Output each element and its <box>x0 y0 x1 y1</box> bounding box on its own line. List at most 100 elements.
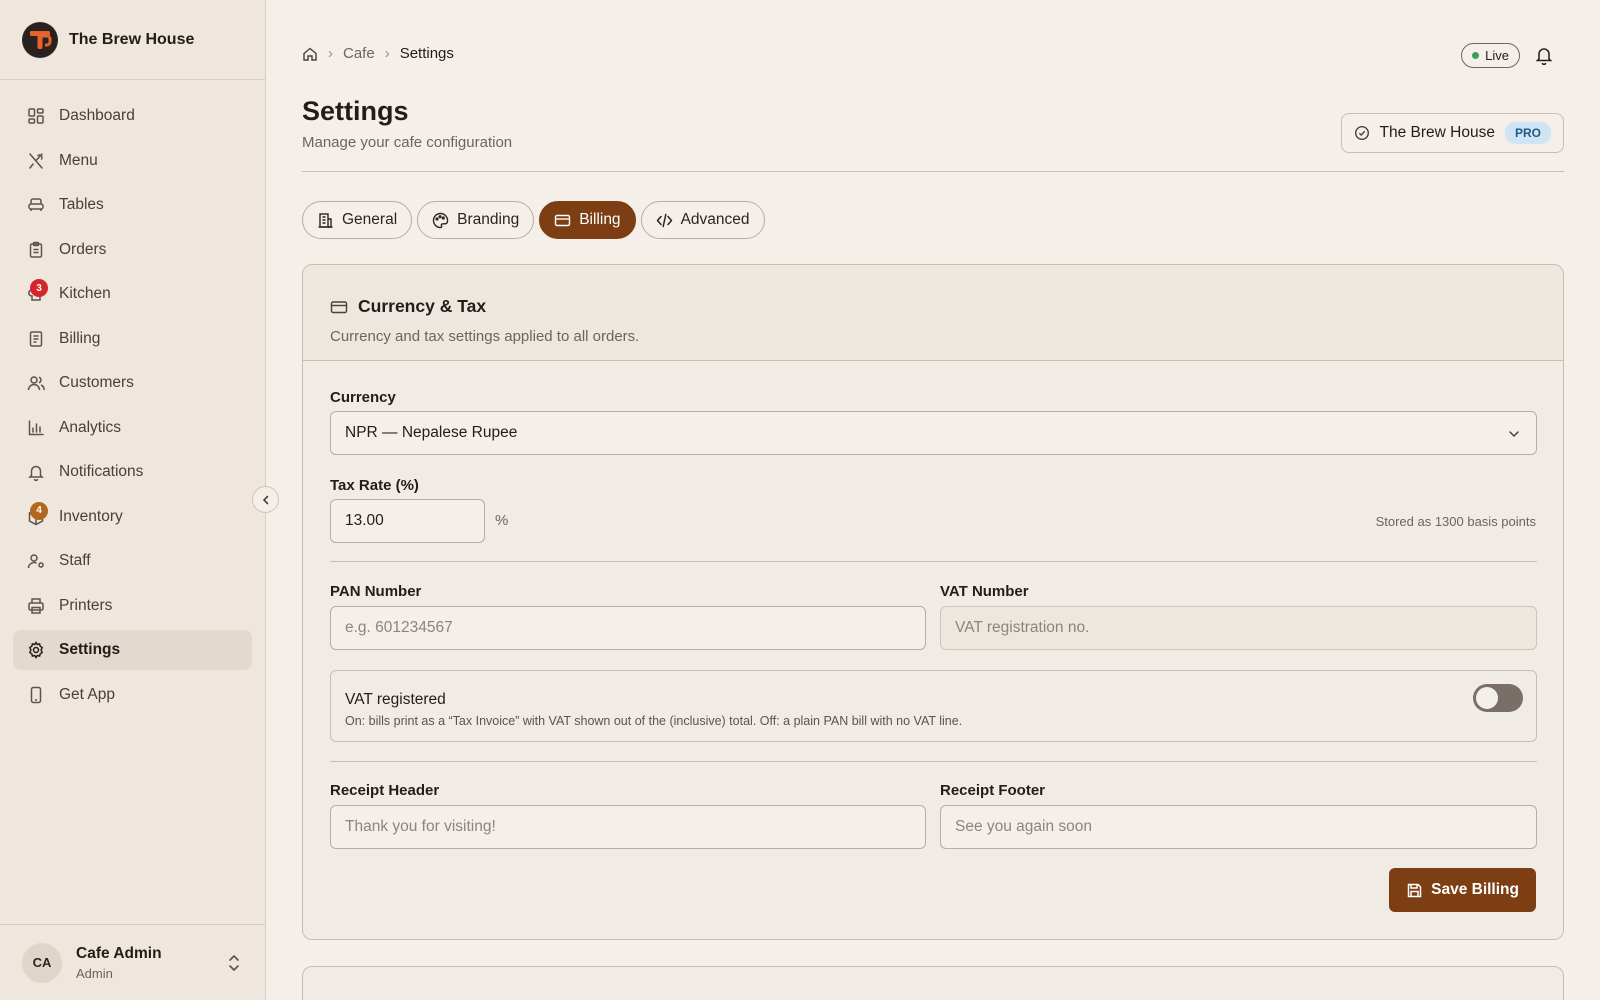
sidebar: The Brew House Dashboard Menu Tables Ord… <box>0 0 266 1000</box>
inventory-count-badge: 4 <box>30 501 48 520</box>
breadcrumb-settings: Settings <box>399 45 454 62</box>
kitchen-count-badge: 3 <box>30 279 48 297</box>
card-title: Currency & Tax <box>330 296 486 317</box>
main-content: › Cafe › Settings Live Settings Manage y… <box>302 0 1564 1000</box>
plan-badge: PRO <box>1504 122 1551 144</box>
sidebar-item-label: Billing <box>59 329 101 347</box>
live-dot-icon <box>1472 52 1480 59</box>
sidebar-item-printers[interactable]: Printers <box>13 586 252 626</box>
sidebar-item-dashboard[interactable]: Dashboard <box>13 96 252 136</box>
sidebar-item-label: Customers <box>59 374 134 391</box>
toggle-knob <box>1476 687 1498 709</box>
sidebar-item-menu[interactable]: Menu <box>13 141 252 181</box>
currency-select[interactable]: NPR — Nepalese Rupee <box>330 411 1537 455</box>
sidebar-item-notifications[interactable]: Notifications <box>13 452 252 492</box>
sidebar-item-label: Get App <box>59 685 116 703</box>
breadcrumb-separator-icon: › <box>384 45 390 62</box>
home-icon[interactable] <box>302 46 318 62</box>
header-divider <box>302 171 1564 172</box>
chevron-down-icon <box>1509 431 1519 438</box>
utensils-icon <box>29 152 43 169</box>
user-cog-icon <box>27 554 44 569</box>
credit-card-icon <box>555 214 571 226</box>
sidebar-item-label: Staff <box>59 552 91 569</box>
breadcrumb: › Cafe › Settings <box>302 45 454 62</box>
next-settings-card <box>302 966 1564 1000</box>
currency-label: Currency <box>330 389 396 406</box>
vat-registered-toggle[interactable] <box>1473 684 1523 712</box>
pan-number-label: PAN Number <box>330 583 422 600</box>
organization-name: The Brew House <box>1379 124 1495 141</box>
save-billing-label: Save Billing <box>1431 881 1519 898</box>
sidebar-item-label: Menu <box>59 151 98 169</box>
chevron-left-icon <box>262 495 268 504</box>
receipt-header-input[interactable] <box>330 805 926 849</box>
user-profile[interactable]: CA Cafe Admin Admin <box>0 924 266 1000</box>
user-name: Cafe Admin <box>76 944 162 962</box>
receipt-header-label: Receipt Header <box>330 782 440 799</box>
sidebar-item-billing[interactable]: Billing <box>13 319 252 359</box>
sidebar-item-label: Dashboard <box>59 107 135 124</box>
brand[interactable]: The Brew House <box>0 0 265 80</box>
breadcrumb-cafe[interactable]: Cafe <box>343 45 375 62</box>
dashboard-icon <box>28 108 44 124</box>
building-icon <box>318 212 333 228</box>
receipt-footer-label: Receipt Footer <box>940 782 1046 799</box>
currency-tax-card: Currency & Tax Currency and tax settings… <box>302 264 1564 940</box>
credit-card-icon <box>330 300 348 313</box>
tax-unit: % <box>495 512 509 529</box>
sidebar-item-settings[interactable]: Settings <box>13 630 252 670</box>
avatar: CA <box>22 942 62 983</box>
notifications-bell-icon[interactable] <box>1534 45 1554 65</box>
sidebar-item-inventory[interactable]: 4 Inventory <box>13 497 252 537</box>
brand-logo-icon <box>22 21 58 58</box>
sidebar-item-tables[interactable]: Tables <box>13 185 252 225</box>
chevrons-up-down-icon[interactable] <box>226 953 242 973</box>
users-icon <box>27 376 45 391</box>
sidebar-item-staff[interactable]: Staff <box>13 541 252 581</box>
sidebar-item-customers[interactable]: Customers <box>13 363 252 403</box>
tab-general[interactable]: General <box>302 201 413 239</box>
tax-rate-input[interactable] <box>330 499 485 543</box>
armchair-icon <box>28 198 44 211</box>
tab-label: Billing <box>579 211 621 228</box>
vat-registered-row: VAT registered On: bills print as a “Tax… <box>330 670 1537 742</box>
check-circle-icon <box>1354 125 1369 141</box>
card-header: Currency & Tax Currency and tax settings… <box>303 265 1563 361</box>
tab-label: General <box>342 211 398 228</box>
sidebar-item-orders[interactable]: Orders <box>13 230 252 270</box>
sidebar-collapse-button[interactable] <box>252 486 279 513</box>
code-icon <box>656 213 672 227</box>
tab-branding[interactable]: Branding <box>417 201 535 239</box>
sidebar-nav: Dashboard Menu Tables Orders 3 Kitchen B… <box>0 80 265 715</box>
sidebar-item-get-app[interactable]: Get App <box>13 675 252 715</box>
section-divider <box>330 761 1537 762</box>
tab-advanced[interactable]: Advanced <box>640 201 765 239</box>
currency-selected-value: NPR — Nepalese Rupee <box>345 424 518 441</box>
save-billing-button[interactable]: Save Billing <box>1389 868 1536 912</box>
gear-icon <box>28 641 44 659</box>
organization-chip[interactable]: The Brew House PRO <box>1340 113 1564 153</box>
save-icon <box>1407 883 1422 897</box>
sidebar-item-kitchen[interactable]: 3 Kitchen <box>13 274 252 314</box>
sidebar-item-analytics[interactable]: Analytics <box>13 408 252 448</box>
receipt-footer-input[interactable] <box>940 805 1537 849</box>
tab-billing[interactable]: Billing <box>539 201 636 239</box>
tab-label: Advanced <box>680 211 750 228</box>
bell-icon <box>28 465 44 481</box>
sidebar-item-label: Orders <box>59 240 107 258</box>
vat-number-input[interactable] <box>940 606 1537 650</box>
tax-rate-label: Tax Rate (%) <box>330 477 419 494</box>
smartphone-icon <box>30 686 42 703</box>
tab-label: Branding <box>457 211 520 228</box>
sidebar-item-label: Analytics <box>59 418 122 436</box>
sidebar-item-label: Inventory <box>59 507 123 525</box>
receipt-icon <box>29 330 43 347</box>
user-role: Admin <box>76 965 113 981</box>
tax-basis-points-hint: Stored as 1300 basis points <box>1375 514 1536 529</box>
card-title-text: Currency & Tax <box>358 296 487 316</box>
live-status-badge[interactable]: Live <box>1461 43 1520 68</box>
pan-number-input[interactable] <box>330 606 926 650</box>
bar-chart-icon <box>28 419 44 435</box>
section-divider <box>330 561 1537 562</box>
